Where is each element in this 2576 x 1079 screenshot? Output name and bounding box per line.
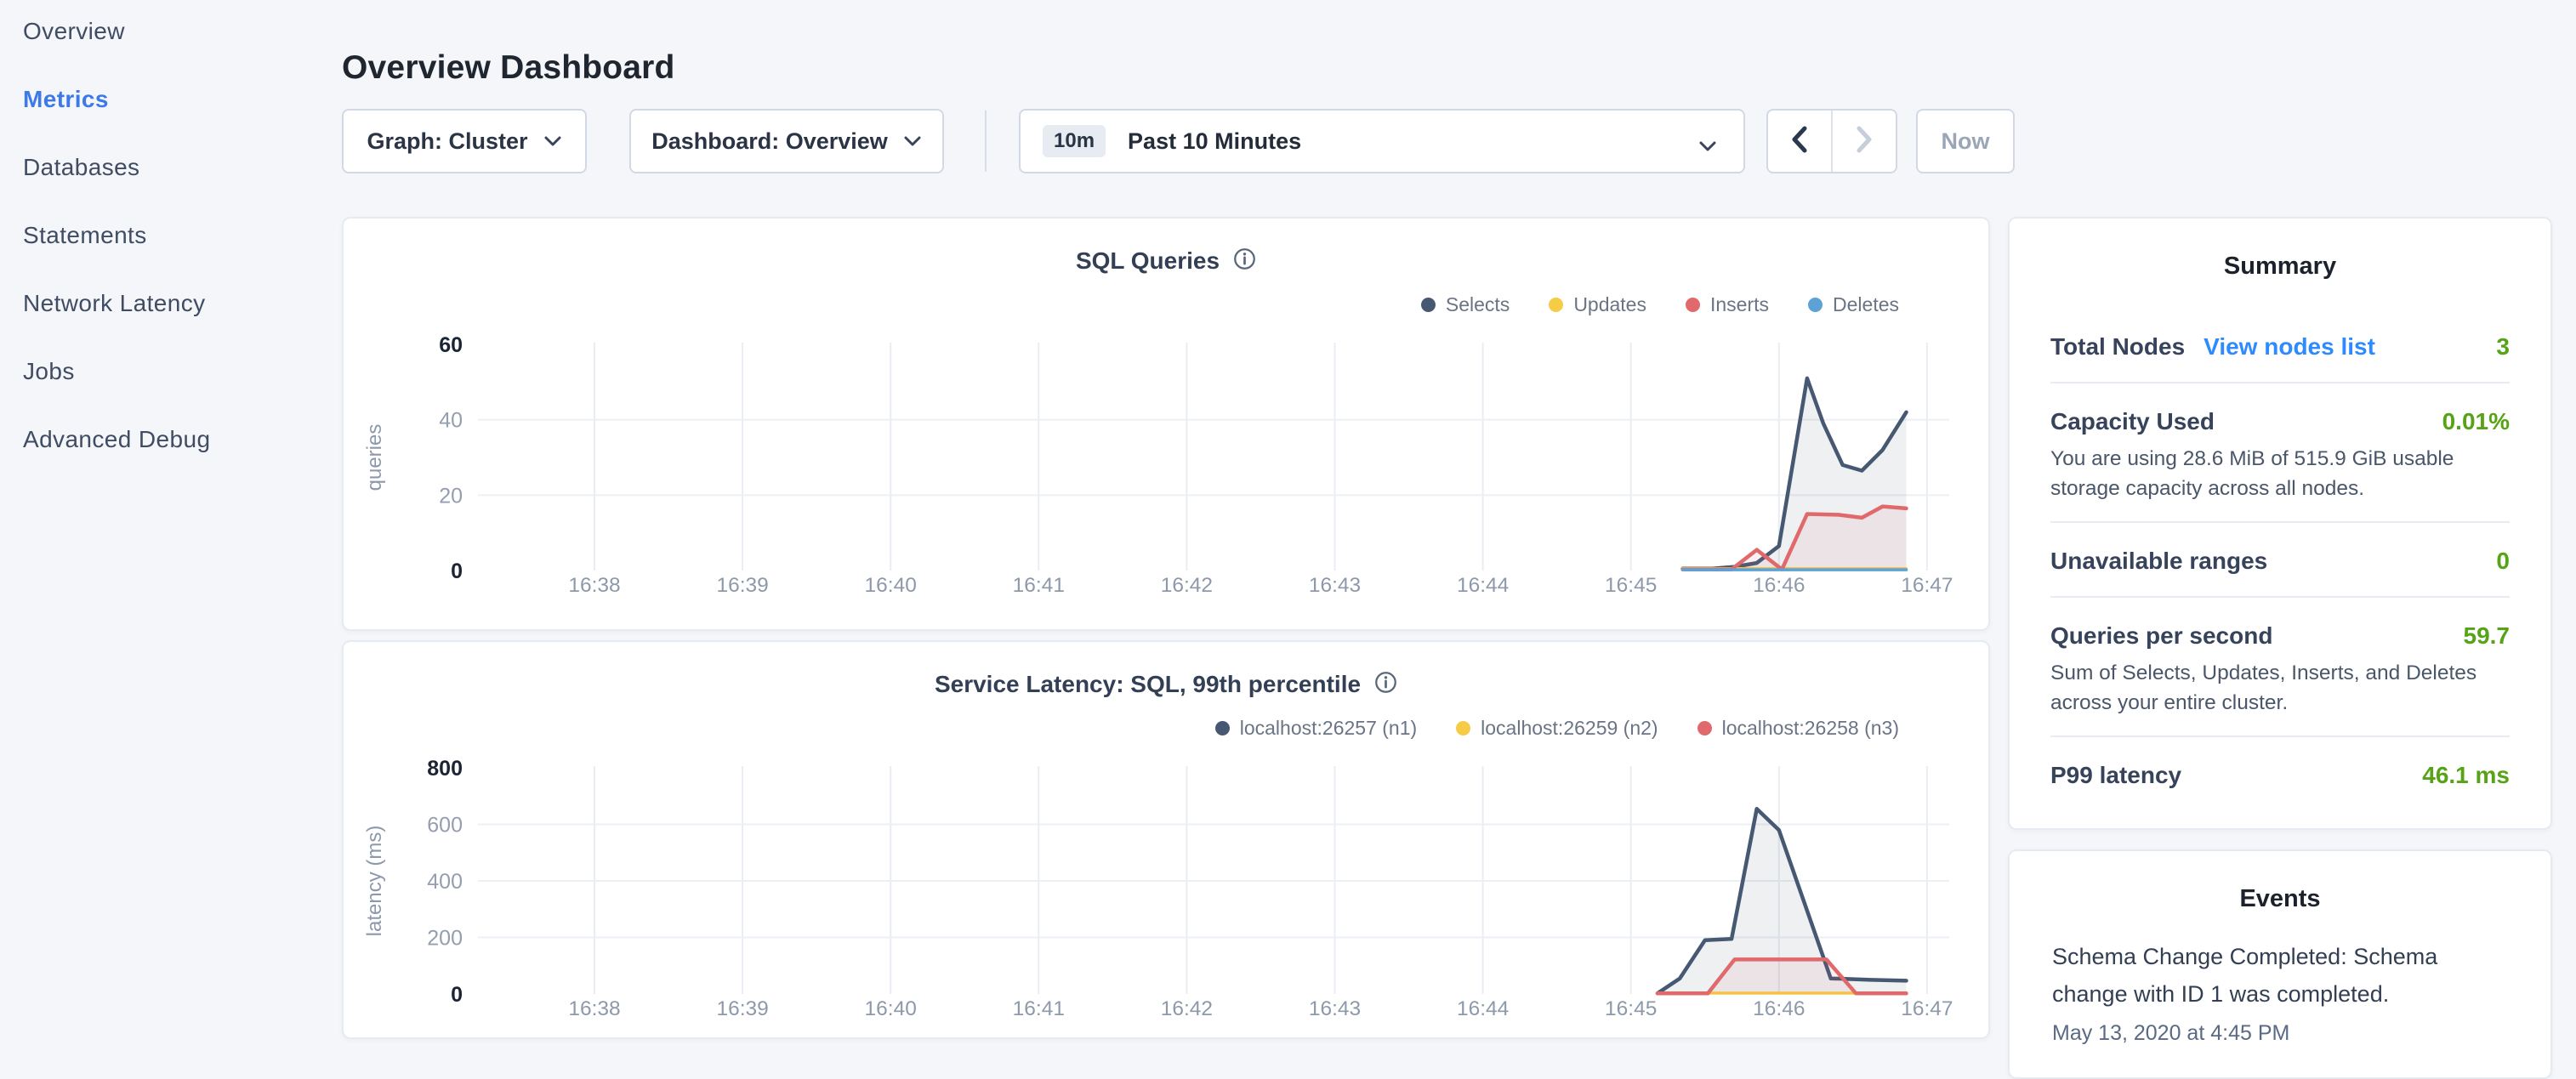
x-tick-label: 16:46	[1753, 997, 1805, 1020]
x-tick-label: 16:38	[568, 997, 620, 1020]
x-tick-label: 16:43	[1309, 997, 1361, 1020]
x-tick-label: 16:40	[865, 997, 917, 1020]
x-tick-label: 16:42	[1161, 997, 1213, 1020]
events-list: Schema Change Completed: Schema change w…	[2052, 938, 2508, 1048]
y-axis-title: queries	[363, 424, 386, 491]
x-tick-label: 16:47	[1901, 574, 1953, 597]
x-tick-label: 16:47	[1901, 997, 1953, 1020]
x-tick-label: 16:38	[568, 574, 620, 597]
time-next-button[interactable]	[1833, 111, 1896, 172]
summary-row-p99: P99 latency 46.1 ms	[2050, 758, 2510, 792]
total-nodes-value: 3	[2496, 333, 2510, 361]
time-prev-button[interactable]	[1768, 111, 1833, 172]
sql-queries-svg: 16:38 16:39 16:40 16:41 16:42 16:43 16:44 16:45…	[344, 230, 1992, 622]
x-tick-label: 16:46	[1753, 574, 1805, 597]
service-latency-card: Service Latency: SQL, 99th percentile lo…	[342, 640, 1990, 1039]
p99-latency-value: 46.1 ms	[2422, 762, 2510, 789]
summary-row-total-nodes: Total Nodes View nodes list 3	[2050, 330, 2510, 364]
summary-divider	[2050, 596, 2510, 598]
events-title: Events	[2052, 882, 2508, 916]
now-button[interactable]: Now	[1916, 109, 2015, 173]
sidebar-nav: Overview Metrics Databases Statements Ne…	[23, 15, 210, 491]
dashboard-label: Dashboard: Overview	[651, 128, 888, 155]
x-tick-label: 16:43	[1309, 574, 1361, 597]
events-card: Events Schema Change Completed: Schema c…	[2008, 849, 2552, 1079]
y-tick-label: 20	[439, 484, 463, 508]
controls-divider	[985, 111, 987, 172]
y-tick-label: 0	[451, 559, 463, 583]
y-tick-label: 40	[439, 409, 463, 433]
time-range-badge: 10m	[1043, 125, 1106, 157]
capacity-used-value: 0.01%	[2442, 408, 2510, 435]
y-tick-label: 0	[451, 983, 463, 1007]
sidebar-item-jobs[interactable]: Jobs	[23, 355, 210, 388]
time-pager	[1766, 109, 1897, 173]
chevron-down-icon	[903, 135, 922, 147]
event-message: Schema Change Completed: Schema change w…	[2052, 938, 2508, 1013]
summary-divider	[2050, 521, 2510, 523]
sidebar-item-overview[interactable]: Overview	[23, 15, 210, 48]
x-tick-label: 16:39	[716, 997, 768, 1020]
service-latency-chart: 16:38 16:39 16:40 16:41 16:42 16:43 16:44 16:45…	[344, 654, 1992, 1045]
graph-scope-label: Graph: Cluster	[367, 128, 527, 155]
view-nodes-list-link[interactable]: View nodes list	[2204, 333, 2375, 361]
sql-queries-chart: 16:38 16:39 16:40 16:41 16:42 16:43 16:44 16:45…	[344, 230, 1992, 622]
x-tick-label: 16:41	[1013, 574, 1065, 597]
page-title: Overview Dashboard	[342, 49, 675, 87]
y-tick-label: 200	[427, 927, 463, 951]
chevron-down-icon	[543, 135, 562, 147]
p99-latency-label: P99 latency	[2050, 762, 2181, 789]
x-tick-label: 16:39	[716, 574, 768, 597]
y-tick-label: 600	[427, 814, 463, 838]
y-tick-label: 800	[427, 757, 463, 781]
summary-row-unavailable-ranges: Unavailable ranges 0	[2050, 544, 2510, 578]
x-tick-label: 16:42	[1161, 574, 1213, 597]
x-tick-label: 16:44	[1457, 997, 1509, 1020]
summary-divider	[2050, 735, 2510, 737]
graph-scope-dropdown[interactable]: Graph: Cluster	[342, 109, 587, 173]
summary-row-qps: Queries per second 59.7	[2050, 619, 2510, 653]
queries-per-second-label: Queries per second	[2050, 622, 2272, 650]
queries-per-second-value: 59.7	[2464, 622, 2511, 650]
x-tick-label: 16:45	[1605, 997, 1657, 1020]
sidebar-item-databases[interactable]: Databases	[23, 151, 210, 184]
event-item: Schema Change Completed: Schema change w…	[2052, 938, 2508, 1048]
capacity-used-label: Capacity Used	[2050, 408, 2215, 435]
unavailable-ranges-label: Unavailable ranges	[2050, 548, 2267, 575]
chevron-left-icon	[1790, 125, 1809, 158]
capacity-used-subtext: You are using 28.6 MiB of 515.9 GiB usab…	[2050, 444, 2510, 503]
chevron-right-icon	[1855, 125, 1874, 158]
total-nodes-label: Total Nodes	[2050, 333, 2185, 361]
y-tick-label: 400	[427, 870, 463, 894]
unavailable-ranges-value: 0	[2496, 548, 2510, 575]
time-range-dropdown[interactable]: 10m Past 10 Minutes	[1019, 109, 1745, 173]
chevron-down-icon	[1697, 133, 1718, 159]
now-label: Now	[1942, 128, 1990, 155]
y-tick-label: 60	[439, 333, 463, 357]
event-timestamp: May 13, 2020 at 4:45 PM	[2052, 1018, 2508, 1048]
x-tick-label: 16:45	[1605, 574, 1657, 597]
summary-card: Summary Total Nodes View nodes list 3 Ca…	[2008, 217, 2552, 830]
summary-row-capacity: Capacity Used 0.01%	[2050, 405, 2510, 439]
sidebar-item-metrics[interactable]: Metrics	[23, 83, 210, 116]
summary-divider	[2050, 382, 2510, 383]
summary-title: Summary	[2050, 249, 2510, 283]
sidebar-item-statements[interactable]: Statements	[23, 219, 210, 252]
x-tick-label: 16:40	[865, 574, 917, 597]
sql-queries-card: SQL Queries SelectsUpdatesInsertsDeletes…	[342, 217, 1990, 631]
summary-body: Total Nodes View nodes list 3 Capacity U…	[2050, 330, 2510, 792]
time-range-label: Past 10 Minutes	[1128, 128, 1301, 155]
service-latency-svg: 16:38 16:39 16:40 16:41 16:42 16:43 16:44 16:45…	[344, 654, 1992, 1045]
sidebar-item-advanced-debug[interactable]: Advanced Debug	[23, 423, 210, 456]
y-axis-title: latency (ms)	[363, 826, 386, 937]
sidebar: Overview Metrics Databases Statements Ne…	[0, 0, 340, 1051]
x-tick-label: 16:41	[1013, 997, 1065, 1020]
dashboard-dropdown[interactable]: Dashboard: Overview	[629, 109, 944, 173]
sidebar-item-network-latency[interactable]: Network Latency	[23, 287, 210, 320]
queries-per-second-subtext: Sum of Selects, Updates, Inserts, and De…	[2050, 658, 2510, 718]
x-tick-label: 16:44	[1457, 574, 1509, 597]
